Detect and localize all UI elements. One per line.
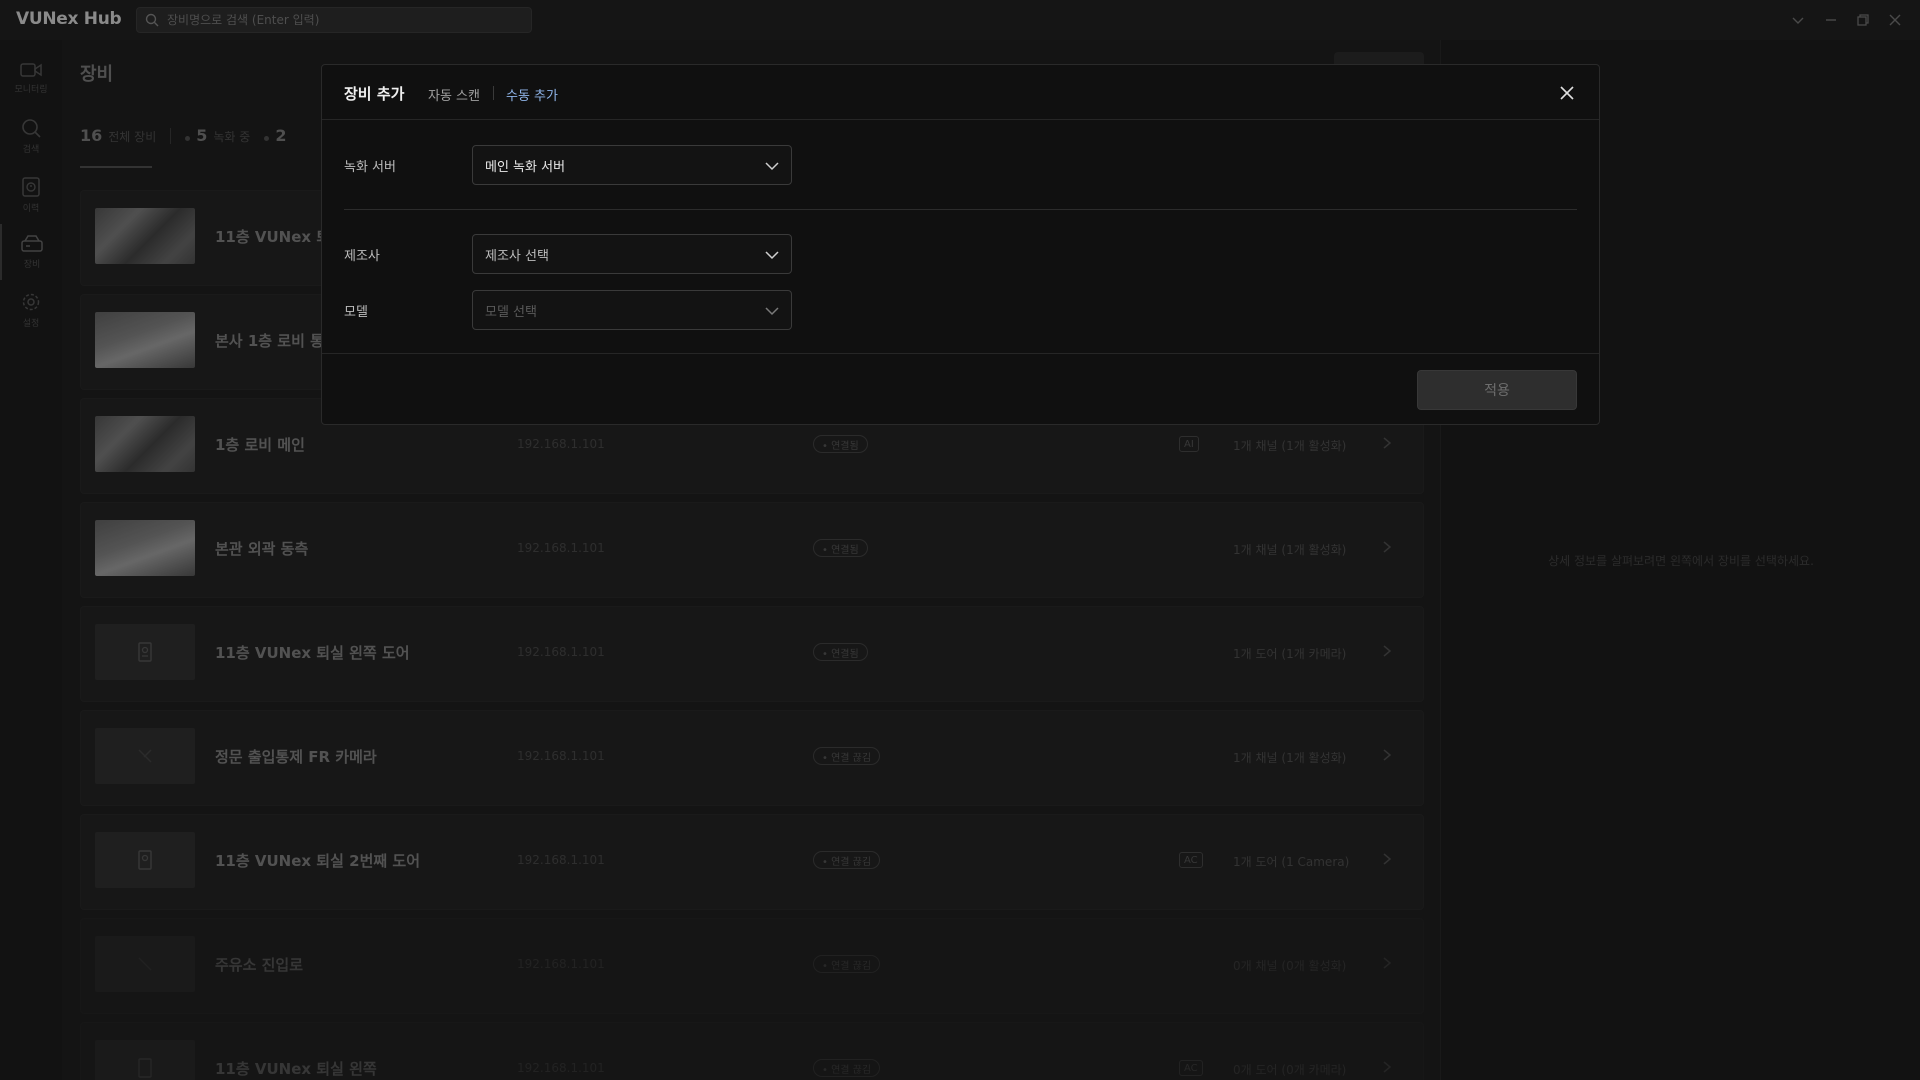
recording-server-value: 메인 녹화 서버 — [485, 159, 566, 175]
model-label: 모델 — [344, 305, 368, 320]
minimize-icon[interactable] — [1821, 10, 1841, 30]
search-icon — [145, 13, 159, 27]
manufacturer-value: 제조사 선택 — [485, 248, 549, 264]
tab-auto-scan[interactable]: 자동 스캔 — [428, 85, 480, 104]
tab-divider — [493, 86, 494, 100]
chevron-down-icon — [765, 162, 779, 171]
manufacturer-label: 제조사 — [344, 249, 380, 264]
divider — [344, 209, 1577, 210]
chevron-down-icon — [765, 251, 779, 260]
dropdown-window-icon[interactable] — [1788, 10, 1808, 30]
model-value: 모델 선택 — [485, 304, 537, 320]
modal-footer-divider — [322, 353, 1599, 354]
close-icon — [1560, 86, 1574, 100]
app-logo: VUNex Hub — [16, 9, 122, 29]
manufacturer-select[interactable]: 제조사 선택 — [472, 234, 792, 274]
modal-header: 장비 추가 자동 스캔 수동 추가 — [322, 65, 1599, 120]
add-device-modal: 장비 추가 자동 스캔 수동 추가 녹화 서버 메인 녹화 서버 제조사 제조사… — [321, 64, 1600, 425]
apply-button[interactable]: 적용 — [1417, 370, 1577, 410]
chevron-down-icon — [765, 307, 779, 316]
model-select[interactable]: 모델 선택 — [472, 290, 792, 330]
close-window-icon[interactable] — [1885, 10, 1905, 30]
modal-title: 장비 추가 — [344, 85, 405, 103]
restore-icon[interactable] — [1853, 10, 1873, 30]
modal-close-button[interactable] — [1556, 82, 1578, 104]
recording-server-label: 녹화 서버 — [344, 160, 396, 175]
app-window: VUNex Hub 모니터링 검색 이력 — [0, 0, 1920, 1080]
search-input[interactable] — [167, 13, 507, 27]
recording-server-select[interactable]: 메인 녹화 서버 — [472, 145, 792, 185]
search-box[interactable] — [136, 7, 532, 33]
title-bar: VUNex Hub — [0, 0, 1920, 40]
tab-manual-add[interactable]: 수동 추가 — [506, 85, 558, 104]
